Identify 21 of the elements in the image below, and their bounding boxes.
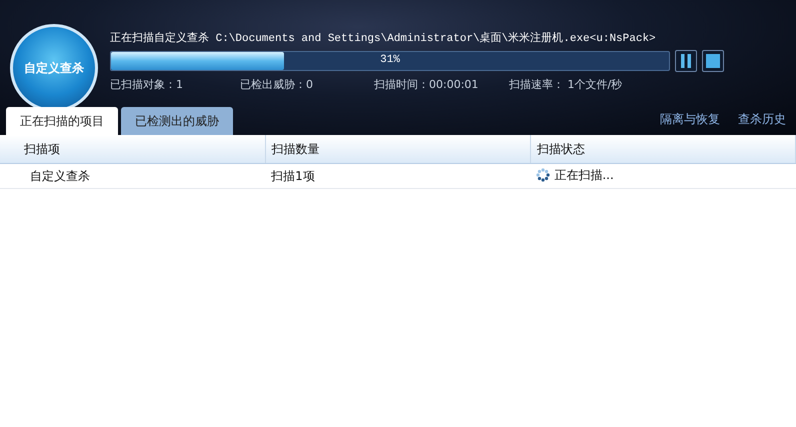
stat-text: 扫描时间：00:00:01	[374, 77, 480, 92]
table-cell: 正在扫描...	[554, 166, 614, 184]
stop-icon	[706, 54, 720, 68]
stat-text: 扫描速率： 1个文件/秒	[509, 77, 622, 92]
table-cell: 自定义查杀	[0, 164, 266, 188]
stop-button[interactable]	[702, 50, 724, 72]
stat-text: 已检出威胁：0	[240, 77, 314, 92]
current-file-text: 正在扫描自定义查杀 C:\Documents and Settings\Administrator\桌面\米米注册机.exe<u:NsPack>	[110, 30, 657, 45]
pause-icon	[680, 54, 692, 68]
header-link[interactable]: 查杀历史	[738, 111, 786, 128]
pause-button[interactable]	[675, 50, 697, 72]
column-header: 扫描项	[0, 135, 266, 164]
stat-text: 已扫描对象：1	[110, 77, 184, 92]
progress-percent: 31%	[379, 54, 401, 66]
tab[interactable]: 正在扫描的项目	[6, 107, 118, 135]
column-header: 扫描数量	[265, 135, 530, 164]
table-cell: 扫描1项	[265, 164, 530, 188]
loading-spinner-icon	[536, 168, 550, 182]
tab[interactable]: 已检测出的威胁	[121, 107, 233, 135]
column-header: 扫描状态	[530, 135, 796, 164]
header-link[interactable]: 隔离与恢复	[660, 111, 720, 128]
